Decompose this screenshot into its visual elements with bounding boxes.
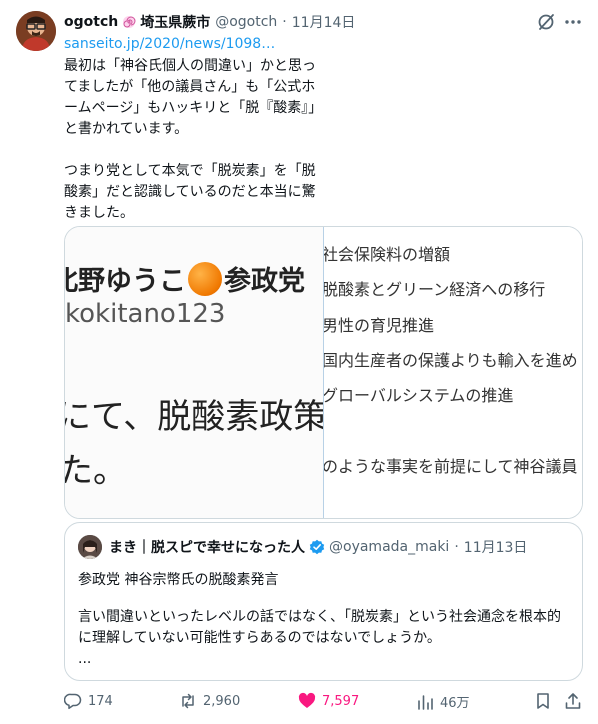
media-list-item: グローバルシステムの推進 bbox=[324, 386, 514, 405]
media-list-item: 社会保険料の増額 bbox=[324, 245, 451, 264]
author-name[interactable]: ogotch bbox=[64, 14, 118, 30]
quoted-author-avatar bbox=[78, 535, 102, 559]
quoted-author-handle: @oyamada_maki bbox=[329, 539, 450, 555]
author-location: 埼玉県蕨市 bbox=[140, 15, 211, 31]
media-list-item: のような事実を前提にして神谷議員 bbox=[324, 457, 578, 476]
views-count: 46万 bbox=[440, 696, 470, 711]
author-handle[interactable]: @ogotch bbox=[215, 14, 277, 30]
media-party: 参政党 bbox=[224, 266, 305, 297]
like-button[interactable]: 7,597 bbox=[298, 692, 359, 710]
header-separator: · bbox=[282, 14, 287, 30]
like-count: 7,597 bbox=[322, 693, 360, 709]
media-handle: kokitano123 bbox=[65, 299, 226, 329]
orange-circle-icon bbox=[188, 262, 222, 296]
media-list-item: 脱酸素とグリーン経済への移行 bbox=[324, 280, 546, 299]
spiral-emoji-icon bbox=[123, 16, 136, 28]
quoted-tweet-text: 言い間違いといったレベルの話ではなく、「脱炭素」という社会通念を根本的に理解して… bbox=[78, 609, 561, 646]
repost-icon bbox=[182, 693, 194, 709]
media-image-right[interactable]: 社会保険料の増額 脱酸素とグリーン経済への移行 男性の育児推進 国内生産者の保護… bbox=[324, 227, 582, 518]
media-list-item: 国内生産者の保護よりも輸入を進め bbox=[324, 351, 578, 370]
reply-button[interactable]: 174 bbox=[64, 692, 113, 710]
media-name-line: 北野ゆうこ 参政党 bbox=[65, 259, 305, 298]
tweet-text: 最初は「神谷氏個人の間違い」かと思ってましたが「他の議員さん」も「公式ホームペー… bbox=[64, 58, 323, 221]
media-list-item: 男性の育児推進 bbox=[324, 316, 435, 335]
repost-button[interactable]: 2,960 bbox=[179, 692, 240, 710]
bookmark-icon[interactable] bbox=[534, 692, 552, 710]
views-chart-icon bbox=[418, 694, 433, 710]
verified-badge-icon bbox=[309, 539, 325, 555]
media-text-line-2: た。 bbox=[65, 451, 127, 491]
repost-count: 2,960 bbox=[203, 693, 241, 709]
grok-icon[interactable] bbox=[536, 12, 556, 32]
quoted-tweet-date: 11月13日 bbox=[463, 540, 528, 556]
views-button[interactable]: 46万 bbox=[416, 692, 470, 711]
tweet-date[interactable]: 11月14日 bbox=[292, 12, 356, 32]
media-text-line-1: にて、脱酸素政策 bbox=[65, 397, 323, 437]
quoted-header-separator: · bbox=[454, 539, 459, 555]
share-icon[interactable] bbox=[564, 692, 582, 710]
tweet-media[interactable]: 北野ゆうこ 参政党 kokitano123 にて、脱酸素政策 た。 社会保険料の増… bbox=[64, 226, 583, 519]
media-image-left[interactable]: 北野ゆうこ 参政党 kokitano123 にて、脱酸素政策 た。 bbox=[65, 227, 323, 518]
reply-icon bbox=[64, 693, 82, 710]
quoted-tweet-header: まき｜脱スピで幸せになった人 @oyamada_maki · 11月13日 bbox=[109, 537, 527, 557]
quoted-tweet[interactable]: まき｜脱スピで幸せになった人 @oyamada_maki · 11月13日 参政… bbox=[64, 522, 583, 681]
more-options-icon[interactable] bbox=[563, 12, 583, 32]
quoted-tweet-ellipsis: ... bbox=[78, 651, 92, 667]
heart-icon bbox=[298, 692, 316, 708]
tweet-link[interactable]: sanseito.jp/2020/news/1098… bbox=[64, 36, 275, 52]
tweet-header: ogotch 埼玉県蕨市 @ogotch · 11月14日 bbox=[64, 12, 355, 32]
quoted-author-name: まき｜脱スピで幸せになった人 bbox=[109, 540, 305, 556]
action-bar: 174 2,960 7,597 46万 bbox=[64, 692, 584, 712]
media-name: 北野ゆうこ bbox=[65, 266, 186, 297]
quoted-tweet-title: 参政党 神谷宗幣氏の脱酸素発言 bbox=[78, 572, 279, 588]
author-avatar[interactable] bbox=[16, 11, 56, 51]
reply-count: 174 bbox=[88, 693, 113, 709]
